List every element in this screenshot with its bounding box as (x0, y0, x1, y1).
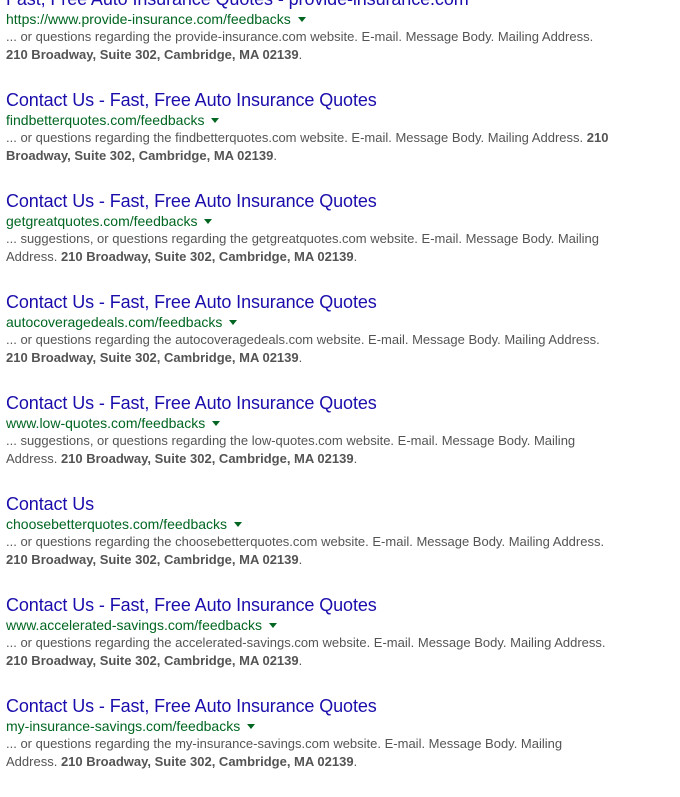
result-title-link[interactable]: Contact Us - Fast, Free Auto Insurance Q… (6, 696, 676, 717)
chevron-down-icon[interactable] (204, 219, 213, 224)
result-url-line: www.low-quotes.com/feedbacks (6, 414, 676, 432)
result-url[interactable]: autocoveragedeals.com/feedbacks (6, 314, 222, 331)
snippet-end: . (298, 47, 303, 62)
result-url-line: getgreatquotes.com/feedbacks (6, 212, 676, 230)
chevron-down-icon[interactable] (211, 118, 220, 123)
search-result: Contact Us - Fast, Free Auto Insurance Q… (6, 393, 676, 494)
result-url-line: www.accelerated-savings.com/feedbacks (6, 616, 676, 634)
snippet-text: ... or questions regarding the provide-i… (6, 29, 594, 44)
search-result: Contact Us choosebetterquotes.com/feedba… (6, 494, 676, 595)
snippet-address: 210 Broadway, Suite 302, Cambridge, MA 0… (60, 451, 354, 466)
search-result: Contact Us - Fast, Free Auto Insurance Q… (6, 292, 676, 393)
snippet-address: 210 Broadway, Suite 302, Cambridge, MA 0… (6, 552, 299, 567)
snippet-text: ... or questions regarding the accelerat… (6, 635, 606, 650)
snippet-end: . (273, 148, 277, 163)
result-title-link[interactable]: Contact Us - Fast, Free Auto Insurance Q… (6, 595, 676, 616)
chevron-down-icon[interactable] (212, 421, 221, 426)
result-url[interactable]: www.accelerated-savings.com/feedbacks (6, 617, 262, 634)
result-snippet: ... or questions regarding the findbette… (6, 129, 616, 165)
search-results-list: Fast, Free Auto Insurance Quotes - provi… (6, 0, 676, 797)
snippet-end: . (298, 653, 303, 668)
result-snippet: ... or questions regarding the accelerat… (6, 634, 616, 670)
result-url-line: findbetterquotes.com/feedbacks (6, 111, 676, 129)
snippet-end: . (353, 451, 358, 466)
result-url[interactable]: findbetterquotes.com/feedbacks (6, 112, 204, 129)
result-snippet: ... or questions regarding the autocover… (6, 331, 616, 367)
chevron-down-icon[interactable] (234, 522, 243, 527)
result-url[interactable]: my-insurance-savings.com/feedbacks (6, 718, 240, 735)
result-snippet: ... or questions regarding the provide-i… (6, 28, 616, 64)
result-title-link[interactable]: Contact Us - Fast, Free Auto Insurance Q… (6, 191, 676, 212)
snippet-end: . (298, 552, 303, 567)
chevron-down-icon[interactable] (247, 724, 256, 729)
chevron-down-icon[interactable] (229, 320, 238, 325)
result-snippet: ... or questions regarding the choosebet… (6, 533, 616, 569)
snippet-text: ... or questions regarding the autocover… (6, 332, 600, 347)
result-url[interactable]: choosebetterquotes.com/feedbacks (6, 516, 227, 533)
result-snippet: ... suggestions, or questions regarding … (6, 432, 616, 468)
snippet-text: ... or questions regarding the findbette… (6, 130, 584, 145)
snippet-address: 210 Broadway, Suite 302, Cambridge, MA 0… (60, 754, 354, 769)
snippet-address: 210 Broadway, Suite 302, Cambridge, MA 0… (6, 350, 299, 365)
search-result: Contact Us - Fast, Free Auto Insurance Q… (6, 696, 676, 797)
result-url-line: my-insurance-savings.com/feedbacks (6, 717, 676, 735)
result-title-link[interactable]: Contact Us (6, 494, 676, 515)
search-result: Contact Us - Fast, Free Auto Insurance Q… (6, 191, 676, 292)
result-title-link[interactable]: Contact Us - Fast, Free Auto Insurance Q… (6, 393, 676, 414)
result-url-line: https://www.provide-insurance.com/feedba… (6, 10, 676, 28)
result-title-link[interactable]: Contact Us - Fast, Free Auto Insurance Q… (6, 292, 676, 313)
chevron-down-icon[interactable] (269, 623, 278, 628)
snippet-end: . (353, 249, 358, 264)
result-url[interactable]: getgreatquotes.com/feedbacks (6, 213, 197, 230)
result-url-line: choosebetterquotes.com/feedbacks (6, 515, 676, 533)
search-result: Contact Us - Fast, Free Auto Insurance Q… (6, 595, 676, 696)
result-title-link[interactable]: Contact Us - Fast, Free Auto Insurance Q… (6, 90, 676, 111)
snippet-end: . (298, 350, 303, 365)
chevron-down-icon[interactable] (297, 17, 306, 22)
snippet-address: 210 Broadway, Suite 302, Cambridge, MA 0… (6, 653, 299, 668)
result-url-line: autocoveragedeals.com/feedbacks (6, 313, 676, 331)
snippet-end: . (353, 754, 358, 769)
search-result: Fast, Free Auto Insurance Quotes - provi… (6, 0, 676, 90)
search-result: Contact Us - Fast, Free Auto Insurance Q… (6, 90, 676, 191)
result-snippet: ... suggestions, or questions regarding … (6, 230, 616, 266)
result-title-link[interactable]: Fast, Free Auto Insurance Quotes - provi… (6, 0, 676, 10)
snippet-address: 210 Broadway, Suite 302, Cambridge, MA 0… (6, 47, 299, 62)
snippet-text: ... or questions regarding the choosebet… (6, 534, 605, 549)
result-snippet: ... or questions regarding the my-insura… (6, 735, 616, 771)
result-url[interactable]: https://www.provide-insurance.com/feedba… (6, 11, 291, 28)
snippet-address: 210 Broadway, Suite 302, Cambridge, MA 0… (60, 249, 354, 264)
result-url[interactable]: www.low-quotes.com/feedbacks (6, 415, 205, 432)
